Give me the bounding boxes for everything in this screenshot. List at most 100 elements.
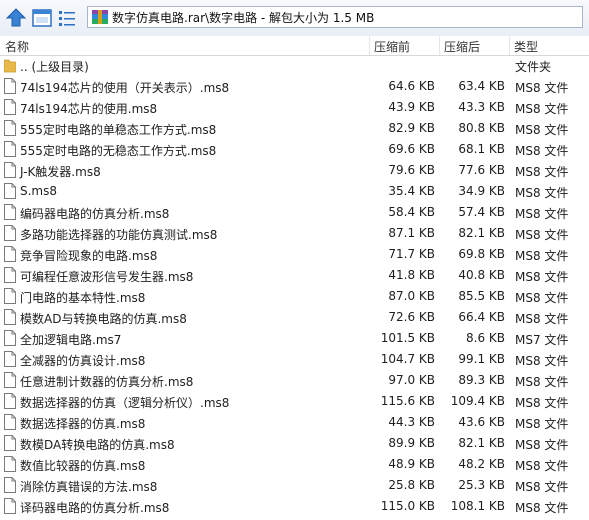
file-row[interactable]: 竞争冒险现象的电路.ms8 71.7 KB 69.8 KB MS8 文件 — [0, 244, 589, 265]
file-row[interactable]: 555定时电路的单稳态工作方式.ms8 82.9 KB 80.8 KB MS8 文件 — [0, 118, 589, 139]
file-row[interactable]: 模数AD与转换电路的仿真.ms8 72.6 KB 66.4 KB MS8 文件 — [0, 307, 589, 328]
file-row[interactable]: 多路功能选择器的功能仿真测试.ms8 87.1 KB 82.1 KB MS8 文件 — [0, 223, 589, 244]
file-row[interactable]: 全加逻辑电路.ms7 101.5 KB 8.6 KB MS7 文件 — [0, 328, 589, 349]
file-icon — [4, 288, 16, 304]
file-size: 43.9 KB — [388, 100, 435, 114]
file-icon — [4, 120, 16, 136]
file-size: 104.7 KB — [380, 352, 435, 366]
file-packed-size: 80.8 KB — [458, 121, 505, 135]
file-type: MS8 文件 — [515, 81, 569, 95]
file-name: 模数AD与转换电路的仿真.ms8 — [20, 312, 187, 326]
file-icon — [4, 162, 16, 178]
file-row[interactable]: 74ls194芯片的使用（开关表示）.ms8 64.6 KB 63.4 KB MS8 … — [0, 76, 589, 97]
file-type: MS8 文件 — [515, 123, 569, 137]
file-size: 101.5 KB — [380, 331, 435, 345]
column-separator[interactable] — [509, 36, 510, 55]
column-separator[interactable] — [369, 36, 370, 55]
file-packed-size: 109.4 KB — [450, 394, 505, 408]
file-row[interactable]: 数值比较器的仿真.ms8 48.9 KB 48.2 KB MS8 文件 — [0, 454, 589, 475]
file-name: 555定时电路的无稳态工作方式.ms8 — [20, 144, 217, 158]
file-size: 115.6 KB — [380, 394, 435, 408]
file-name: J-K触发器.ms8 — [20, 165, 101, 179]
file-size: 25.8 KB — [388, 478, 435, 492]
file-size: 97.0 KB — [388, 373, 435, 387]
file-type: MS8 文件 — [515, 438, 569, 452]
file-row[interactable]: 数据选择器的仿真（逻辑分析仪）.ms8 115.6 KB 109.4 KB MS8 文… — [0, 391, 589, 412]
file-type: MS8 文件 — [515, 501, 569, 515]
file-name: 任意进制计数器的仿真分析.ms8 — [20, 375, 194, 389]
file-name: 74ls194芯片的使用.ms8 — [20, 102, 158, 116]
file-row[interactable]: J-K触发器.ms8 79.6 KB 77.6 KB MS8 文件 — [0, 160, 589, 181]
file-icon — [4, 477, 16, 493]
file-size: 44.3 KB — [388, 415, 435, 429]
file-row[interactable]: 译码器电路的仿真分析.ms8 115.0 KB 108.1 KB MS8 文件 — [0, 496, 589, 517]
file-type: MS8 文件 — [515, 207, 569, 221]
file-type: MS8 文件 — [515, 417, 569, 431]
rar-archive-icon — [92, 10, 108, 24]
file-name: 数值比较器的仿真.ms8 — [20, 459, 146, 473]
parent-folder-row[interactable]: .. (上级目录) 文件夹 — [0, 55, 589, 76]
file-name: 数据选择器的仿真.ms8 — [20, 417, 146, 431]
file-packed-size: 25.3 KB — [458, 478, 505, 492]
file-size: 41.8 KB — [388, 268, 435, 282]
file-type: MS8 文件 — [515, 165, 569, 179]
file-packed-size: 99.1 KB — [458, 352, 505, 366]
file-name: 74ls194芯片的使用（开关表示）.ms8 — [20, 81, 230, 95]
column-header: 名称 压缩前 压缩后 类型 — [0, 36, 589, 56]
column-name[interactable]: 名称 — [5, 38, 29, 55]
column-type[interactable]: 类型 — [514, 38, 538, 55]
file-icon — [4, 204, 16, 220]
file-size: 64.6 KB — [388, 79, 435, 93]
file-packed-size: 82.1 KB — [458, 226, 505, 240]
file-type: MS8 文件 — [515, 291, 569, 305]
file-name: 门电路的基本特性.ms8 — [20, 291, 146, 305]
file-type: MS8 文件 — [515, 459, 569, 473]
file-size: 35.4 KB — [388, 184, 435, 198]
file-type: 文件夹 — [515, 60, 552, 74]
file-row[interactable]: 可编程任意波形信号发生器.ms8 41.8 KB 40.8 KB MS8 文件 — [0, 265, 589, 286]
file-list: .. (上级目录) 文件夹 74ls194芯片的使用（开关表示）.ms8 64.6… — [0, 55, 589, 517]
file-row[interactable]: 74ls194芯片的使用.ms8 43.9 KB 43.3 KB MS8 文件 — [0, 97, 589, 118]
file-packed-size: 43.6 KB — [458, 415, 505, 429]
file-row[interactable]: 门电路的基本特性.ms8 87.0 KB 85.5 KB MS8 文件 — [0, 286, 589, 307]
file-icon — [4, 435, 16, 451]
list-view-icon[interactable] — [56, 7, 78, 29]
column-separator[interactable] — [439, 36, 440, 55]
file-name: 数据选择器的仿真（逻辑分析仪）.ms8 — [20, 396, 230, 410]
file-row[interactable]: 全减器的仿真设计.ms8 104.7 KB 99.1 KB MS8 文件 — [0, 349, 589, 370]
file-row[interactable]: 编码器电路的仿真分析.ms8 58.4 KB 57.4 KB MS8 文件 — [0, 202, 589, 223]
file-type: MS8 文件 — [515, 186, 569, 200]
file-packed-size: 48.2 KB — [458, 457, 505, 471]
file-size: 72.6 KB — [388, 310, 435, 324]
file-name: 全加逻辑电路.ms7 — [20, 333, 122, 347]
file-size: 89.9 KB — [388, 436, 435, 450]
window-icon[interactable] — [31, 7, 53, 29]
file-name: 编码器电路的仿真分析.ms8 — [20, 207, 170, 221]
file-name: 消除仿真错误的方法.ms8 — [20, 480, 158, 494]
file-name: 可编程任意波形信号发生器.ms8 — [20, 270, 194, 284]
file-packed-size: 57.4 KB — [458, 205, 505, 219]
file-packed-size: 69.8 KB — [458, 247, 505, 261]
file-name: 多路功能选择器的功能仿真测试.ms8 — [20, 228, 218, 242]
file-row[interactable]: 数据选择器的仿真.ms8 44.3 KB 43.6 KB MS8 文件 — [0, 412, 589, 433]
file-size: 48.9 KB — [388, 457, 435, 471]
file-type: MS8 文件 — [515, 312, 569, 326]
column-size[interactable]: 压缩前 — [374, 38, 410, 55]
address-bar[interactable]: 数字仿真电路.rar\数字电路 - 解包大小为 1.5 MB — [87, 6, 583, 28]
file-row[interactable]: S.ms8 35.4 KB 34.9 KB MS8 文件 — [0, 181, 589, 202]
file-row[interactable]: 消除仿真错误的方法.ms8 25.8 KB 25.3 KB MS8 文件 — [0, 475, 589, 496]
file-size: 71.7 KB — [388, 247, 435, 261]
file-name: 数模DA转换电路的仿真.ms8 — [20, 438, 175, 452]
up-arrow-icon[interactable] — [5, 7, 27, 29]
file-type: MS8 文件 — [515, 228, 569, 242]
file-packed-size: 77.6 KB — [458, 163, 505, 177]
toolbar: 数字仿真电路.rar\数字电路 - 解包大小为 1.5 MB — [0, 0, 589, 36]
file-packed-size: 85.5 KB — [458, 289, 505, 303]
file-size: 87.1 KB — [388, 226, 435, 240]
file-row[interactable]: 555定时电路的无稳态工作方式.ms8 69.6 KB 68.1 KB MS8 文件 — [0, 139, 589, 160]
column-packed[interactable]: 压缩后 — [444, 38, 480, 55]
file-row[interactable]: 任意进制计数器的仿真分析.ms8 97.0 KB 89.3 KB MS8 文件 — [0, 370, 589, 391]
file-icon — [4, 498, 16, 514]
file-row[interactable]: 数模DA转换电路的仿真.ms8 89.9 KB 82.1 KB MS8 文件 — [0, 433, 589, 454]
file-name: 竞争冒险现象的电路.ms8 — [20, 249, 158, 263]
